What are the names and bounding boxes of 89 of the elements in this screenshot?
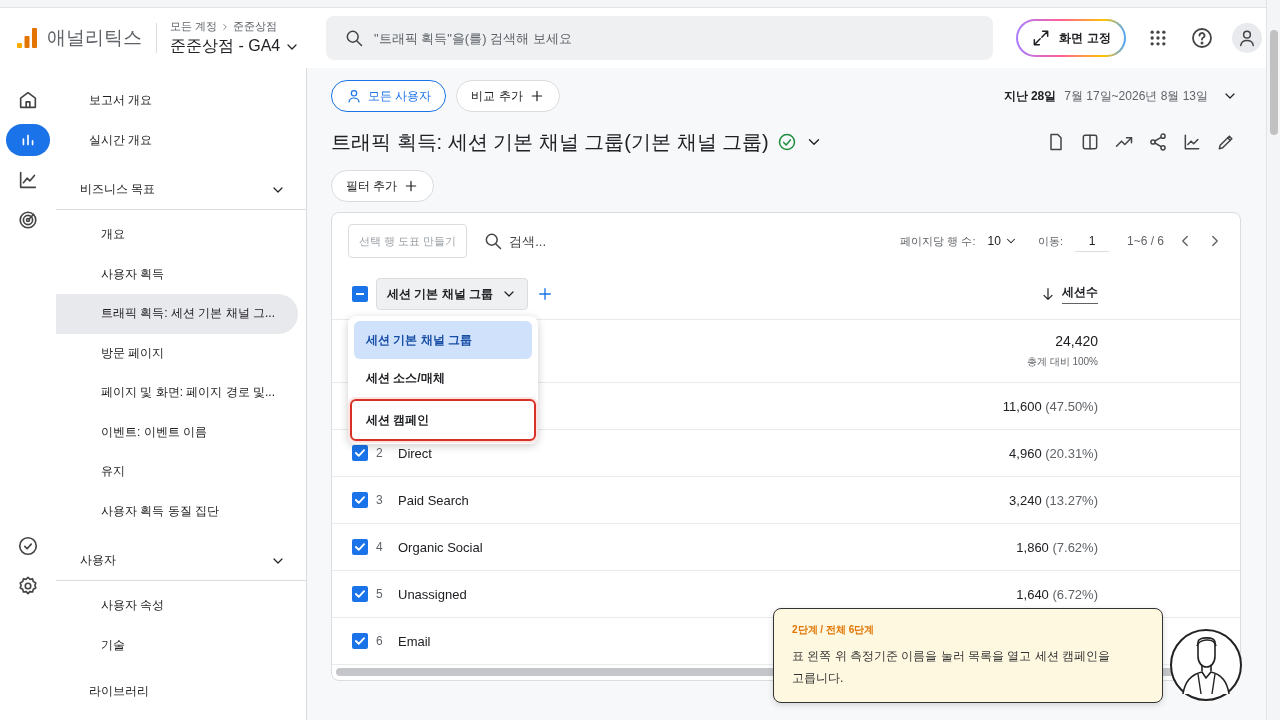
nav-item[interactable]: 개요 (56, 215, 298, 255)
row-checkbox[interactable] (352, 445, 368, 461)
nav-item[interactable]: 유지 (56, 452, 298, 492)
page-title: 트래픽 획득: 세션 기본 채널 그룹(기본 채널 그룹) (331, 129, 769, 155)
help-icon[interactable] (1190, 26, 1214, 50)
person-icon (346, 88, 362, 104)
check-circle-icon (17, 535, 39, 557)
add-dimension-icon[interactable] (536, 285, 554, 303)
table-cell: Unassigned (398, 586, 467, 602)
menu-item[interactable]: 세션 소스/매체 (354, 359, 532, 397)
nav-item[interactable]: 페이지 및 화면: 페이지 경로 및... (56, 373, 298, 413)
nav-item[interactable]: 사용자 속성 (56, 586, 298, 626)
app-name: 애널리틱스 (47, 26, 142, 50)
row-number: 4 (376, 540, 383, 554)
analytics-logo-icon (16, 27, 38, 49)
row-checkbox[interactable] (352, 492, 368, 508)
page-range: 1~6 / 6 (1126, 234, 1164, 248)
search-icon (483, 231, 504, 251)
nav-section-header[interactable]: 비즈니스 목표 (56, 170, 306, 210)
column-header[interactable]: 세션수 (1062, 284, 1098, 304)
search-icon (344, 28, 364, 48)
check-icon (355, 449, 365, 457)
page-input[interactable]: 1 (1074, 230, 1109, 252)
select-all-checkbox[interactable] (352, 286, 368, 302)
menu-item[interactable]: 세션 캠페인 (350, 399, 536, 441)
table-cell: Direct (398, 445, 432, 461)
rows-per-page-label: 페이지당 행 수: (900, 233, 976, 249)
step-counter: 2단계 / 전체 6단계 (792, 623, 876, 637)
pencil-icon[interactable] (1216, 132, 1236, 152)
table-cell: 3,240 (13.27%) (1009, 492, 1098, 508)
menu-item[interactable]: 세션 기본 채널 그룹 (354, 321, 532, 359)
row-number: 5 (376, 587, 383, 601)
person-icon (1237, 28, 1257, 48)
apps-grid-icon[interactable] (1148, 28, 1168, 48)
nav-item[interactable]: 실시간 개요 (56, 120, 298, 160)
table-cell: 4,960 (20.31%) (1009, 445, 1098, 461)
nav-item[interactable]: 기술 (56, 625, 298, 665)
share-icon[interactable] (1148, 132, 1168, 152)
line-chart-icon (17, 169, 39, 191)
nav-item[interactable]: 사용자 획득 동질 집단 (56, 491, 298, 531)
date-range-picker[interactable]: 지난 28일 7월 17일~2026년 8월 13일 (1003, 87, 1238, 105)
settings-icon (17, 575, 39, 597)
row-checkbox[interactable] (352, 633, 368, 649)
nav-item[interactable]: 사용자 획득 (56, 254, 298, 294)
check-icon (355, 543, 365, 551)
nav-section-header[interactable]: 사용자 (56, 541, 306, 581)
add-filter-button[interactable]: 필터 추가 (331, 170, 435, 202)
go-to-label: 이동: (1037, 233, 1063, 249)
target-icon (17, 209, 39, 231)
table-cell: 1,860 (7.62%) (1016, 539, 1098, 555)
account-avatar[interactable] (1232, 23, 1262, 53)
line-chart-icon[interactable] (1182, 132, 1202, 152)
nav-item[interactable]: 이벤트: 이벤트 이름 (56, 412, 298, 452)
nav-item[interactable]: 방문 페이지 (56, 333, 298, 373)
rail-button[interactable] (6, 124, 50, 156)
nav-item[interactable]: 보고서 개요 (56, 80, 298, 120)
nav-item[interactable]: 라이브러리 (56, 671, 298, 711)
row-number: 2 (376, 446, 383, 460)
dimension-selector[interactable]: 세션 기본 채널 그룹 (376, 278, 528, 310)
total-share: 총계 대비 100% (1026, 355, 1098, 369)
guide-text: 표 왼쪽 위 측정기준 이름을 눌러 목록을 열고 세션 캠페인을 고릅니다. (792, 648, 1111, 687)
check-icon (355, 496, 365, 504)
search-field[interactable]: "트래픽 획득"을(를) 검색해 보세요 (326, 16, 993, 60)
check-icon (355, 590, 365, 598)
table-cell: 11,600 (47.50%) (1002, 398, 1098, 414)
check-icon (355, 637, 365, 645)
table-cell: Organic Social (398, 539, 483, 555)
segment-chip[interactable]: 모든 사용자 (331, 80, 447, 112)
split-view-icon[interactable] (1080, 132, 1100, 152)
nav-item[interactable]: 트래픽 획득: 세션 기본 채널 그... (56, 294, 298, 334)
breadcrumb-link[interactable]: 준준상점 (233, 19, 278, 34)
sort-descending-icon[interactable] (1040, 286, 1056, 302)
table-search-field[interactable]: 검색... (483, 224, 594, 258)
row-checkbox[interactable] (352, 539, 368, 555)
total-value: 24,420 (1055, 333, 1098, 349)
pin-screen-button[interactable]: 화면 고정 (1016, 19, 1126, 57)
rows-per-page-select[interactable]: 10 (987, 234, 1018, 248)
add-comparison-button[interactable]: 비교 추가 (456, 80, 560, 112)
check-circle-icon (776, 132, 797, 152)
row-number: 3 (376, 493, 383, 507)
home-icon (17, 89, 39, 111)
row-number: 6 (376, 634, 383, 648)
scrollbar[interactable] (1266, 0, 1280, 720)
row-checkbox[interactable] (352, 586, 368, 602)
breadcrumb-link[interactable]: 모든 계정 (170, 19, 218, 34)
table-cell: Paid Search (398, 492, 469, 508)
table-cell: Email (398, 633, 431, 649)
property-selector[interactable]: 준준상점 - GA4 (170, 36, 312, 57)
table-cell: 1,640 (6.72%) (1016, 586, 1098, 602)
